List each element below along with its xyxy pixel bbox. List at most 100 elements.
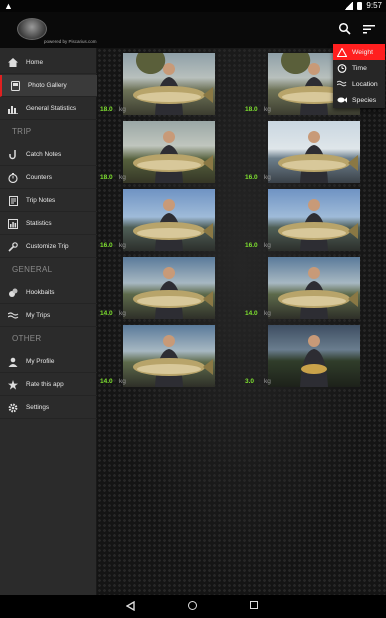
sort-option-time[interactable]: Time [333, 60, 385, 76]
search-icon[interactable] [338, 22, 352, 36]
gallery-card[interactable]: 18.0 kg [97, 53, 217, 115]
drawer-item-general-statistics[interactable]: General Statistics [0, 98, 97, 120]
catch-weight: 18.0 [100, 106, 113, 113]
drawer-item-trip-notes[interactable]: Trip Notes [0, 190, 97, 212]
drawer-item-hookbaits[interactable]: Hookbaits [0, 282, 97, 304]
app-logo[interactable] [17, 18, 47, 40]
home-button-icon[interactable] [188, 601, 197, 610]
sort-option-label: Time [352, 64, 367, 72]
recent-apps-icon[interactable] [250, 601, 258, 609]
drawer-item-settings[interactable]: Settings [0, 397, 97, 419]
signal-icon [344, 1, 354, 10]
weight-unit: kg [119, 378, 126, 385]
fish-icon [337, 95, 347, 105]
catch-weight: 16.0 [100, 242, 113, 249]
weight-unit: kg [264, 174, 271, 181]
catch-photo[interactable] [268, 325, 360, 387]
drawer-item-label: Settings [26, 404, 50, 411]
gallery-card[interactable]: 3.0 kg [242, 325, 362, 387]
weight-unit: kg [264, 310, 271, 317]
gallery-card[interactable]: 16.0 kg [242, 189, 362, 251]
sort-option-species[interactable]: Species [333, 92, 385, 108]
weight-unit: kg [264, 378, 271, 385]
catch-photo[interactable] [268, 189, 360, 251]
status-bar: ▲ 9:57 [0, 0, 386, 12]
drawer-section-general: GENERAL [12, 265, 53, 274]
catch-photo-scene [133, 267, 213, 319]
weight-unit: kg [264, 106, 271, 113]
catch-photo-scene [300, 335, 328, 387]
alarm-clock-icon [337, 63, 347, 73]
drawer-item-rate-this-app[interactable]: Rate this app [0, 374, 97, 396]
scale-icon [337, 47, 347, 57]
catch-photo[interactable] [123, 189, 215, 251]
catch-photo[interactable] [123, 257, 215, 319]
catch-photo-scene [133, 63, 213, 115]
sort-option-label: Location [352, 80, 378, 88]
drawer-item-customize-trip[interactable]: Customize Trip [0, 236, 97, 258]
catch-weight: 14.0 [100, 378, 113, 385]
drawer-item-catch-notes[interactable]: Catch Notes [0, 144, 97, 166]
catch-photo[interactable] [123, 53, 215, 115]
back-icon[interactable] [126, 601, 135, 611]
drawer-item-counters[interactable]: Counters [0, 167, 97, 189]
catch-photo-scene [278, 267, 358, 319]
catch-weight: 16.0 [245, 174, 258, 181]
drawer-item-home[interactable]: Home [0, 52, 97, 74]
drawer-item-label: Statistics [26, 220, 52, 227]
battery-icon [357, 1, 363, 10]
gallery-card[interactable]: 14.0 kg [242, 257, 362, 319]
weight-unit: kg [264, 242, 271, 249]
catch-photo-scene [133, 199, 213, 251]
gallery-card[interactable]: 16.0 kg [242, 121, 362, 183]
clock: 9:57 [366, 1, 382, 10]
gallery-card[interactable]: 18.0 kg [97, 121, 217, 183]
statistics-icon [7, 218, 19, 229]
catch-photo-scene [133, 131, 213, 183]
drawer-item-label: My Profile [26, 358, 55, 365]
bar-chart-icon [7, 104, 19, 114]
catch-weight: 16.0 [245, 242, 258, 249]
catch-photo[interactable] [268, 257, 360, 319]
drawer-item-statistics[interactable]: Statistics [0, 213, 97, 235]
drawer-section-other: OTHER [12, 334, 42, 343]
stopwatch-icon [7, 172, 19, 183]
catch-weight: 3.0 [245, 378, 255, 385]
weight-unit: kg [119, 174, 126, 181]
photo-gallery: 18.0 kg 18.0 kg 18.0 kg 16.0 kg 16.0 kg 16.0 kg 14.0… [97, 48, 386, 595]
sort-option-location[interactable]: Location [333, 76, 385, 92]
drawer-section-trip: TRIP [12, 127, 32, 136]
warning-icon: ▲ [4, 1, 13, 11]
catch-photo[interactable] [123, 121, 215, 183]
photo-icon [9, 80, 21, 91]
catch-weight: 14.0 [245, 310, 258, 317]
star-icon [7, 379, 19, 390]
drawer-item-label: Rate this app [26, 381, 64, 388]
gear-icon [7, 403, 19, 413]
waves-icon [337, 79, 347, 89]
sort-icon[interactable] [362, 22, 376, 36]
boilie-icon [7, 288, 19, 298]
drawer-item-my-trips[interactable]: My Trips [0, 305, 97, 327]
catch-photo[interactable] [268, 121, 360, 183]
drawer-item-label: Photo Gallery [28, 82, 67, 89]
gallery-card[interactable]: 16.0 kg [97, 189, 217, 251]
drawer-item-my-profile[interactable]: My Profile [0, 351, 97, 373]
catch-photo[interactable] [123, 325, 215, 387]
gallery-card[interactable]: 14.0 kg [97, 325, 217, 387]
catch-photo-scene [133, 335, 213, 387]
sort-menu: Weight Time Location Species [333, 44, 385, 108]
screen: ▲ 9:57 powered by Piscarius.com Home Phot… [0, 0, 386, 618]
drawer-item-label: Trip Notes [26, 197, 56, 204]
drawer-item-photo-gallery[interactable]: Photo Gallery [0, 75, 97, 97]
sort-option-weight[interactable]: Weight [333, 44, 385, 60]
catch-weight: 18.0 [100, 174, 113, 181]
gallery-card[interactable]: 14.0 kg [97, 257, 217, 319]
sort-option-label: Weight [352, 48, 374, 56]
weight-unit: kg [119, 106, 126, 113]
catch-photo-scene [278, 199, 358, 251]
notes-icon [7, 195, 19, 206]
wrench-icon [7, 241, 19, 252]
catch-weight: 18.0 [245, 106, 258, 113]
catch-photo-scene [278, 131, 358, 183]
